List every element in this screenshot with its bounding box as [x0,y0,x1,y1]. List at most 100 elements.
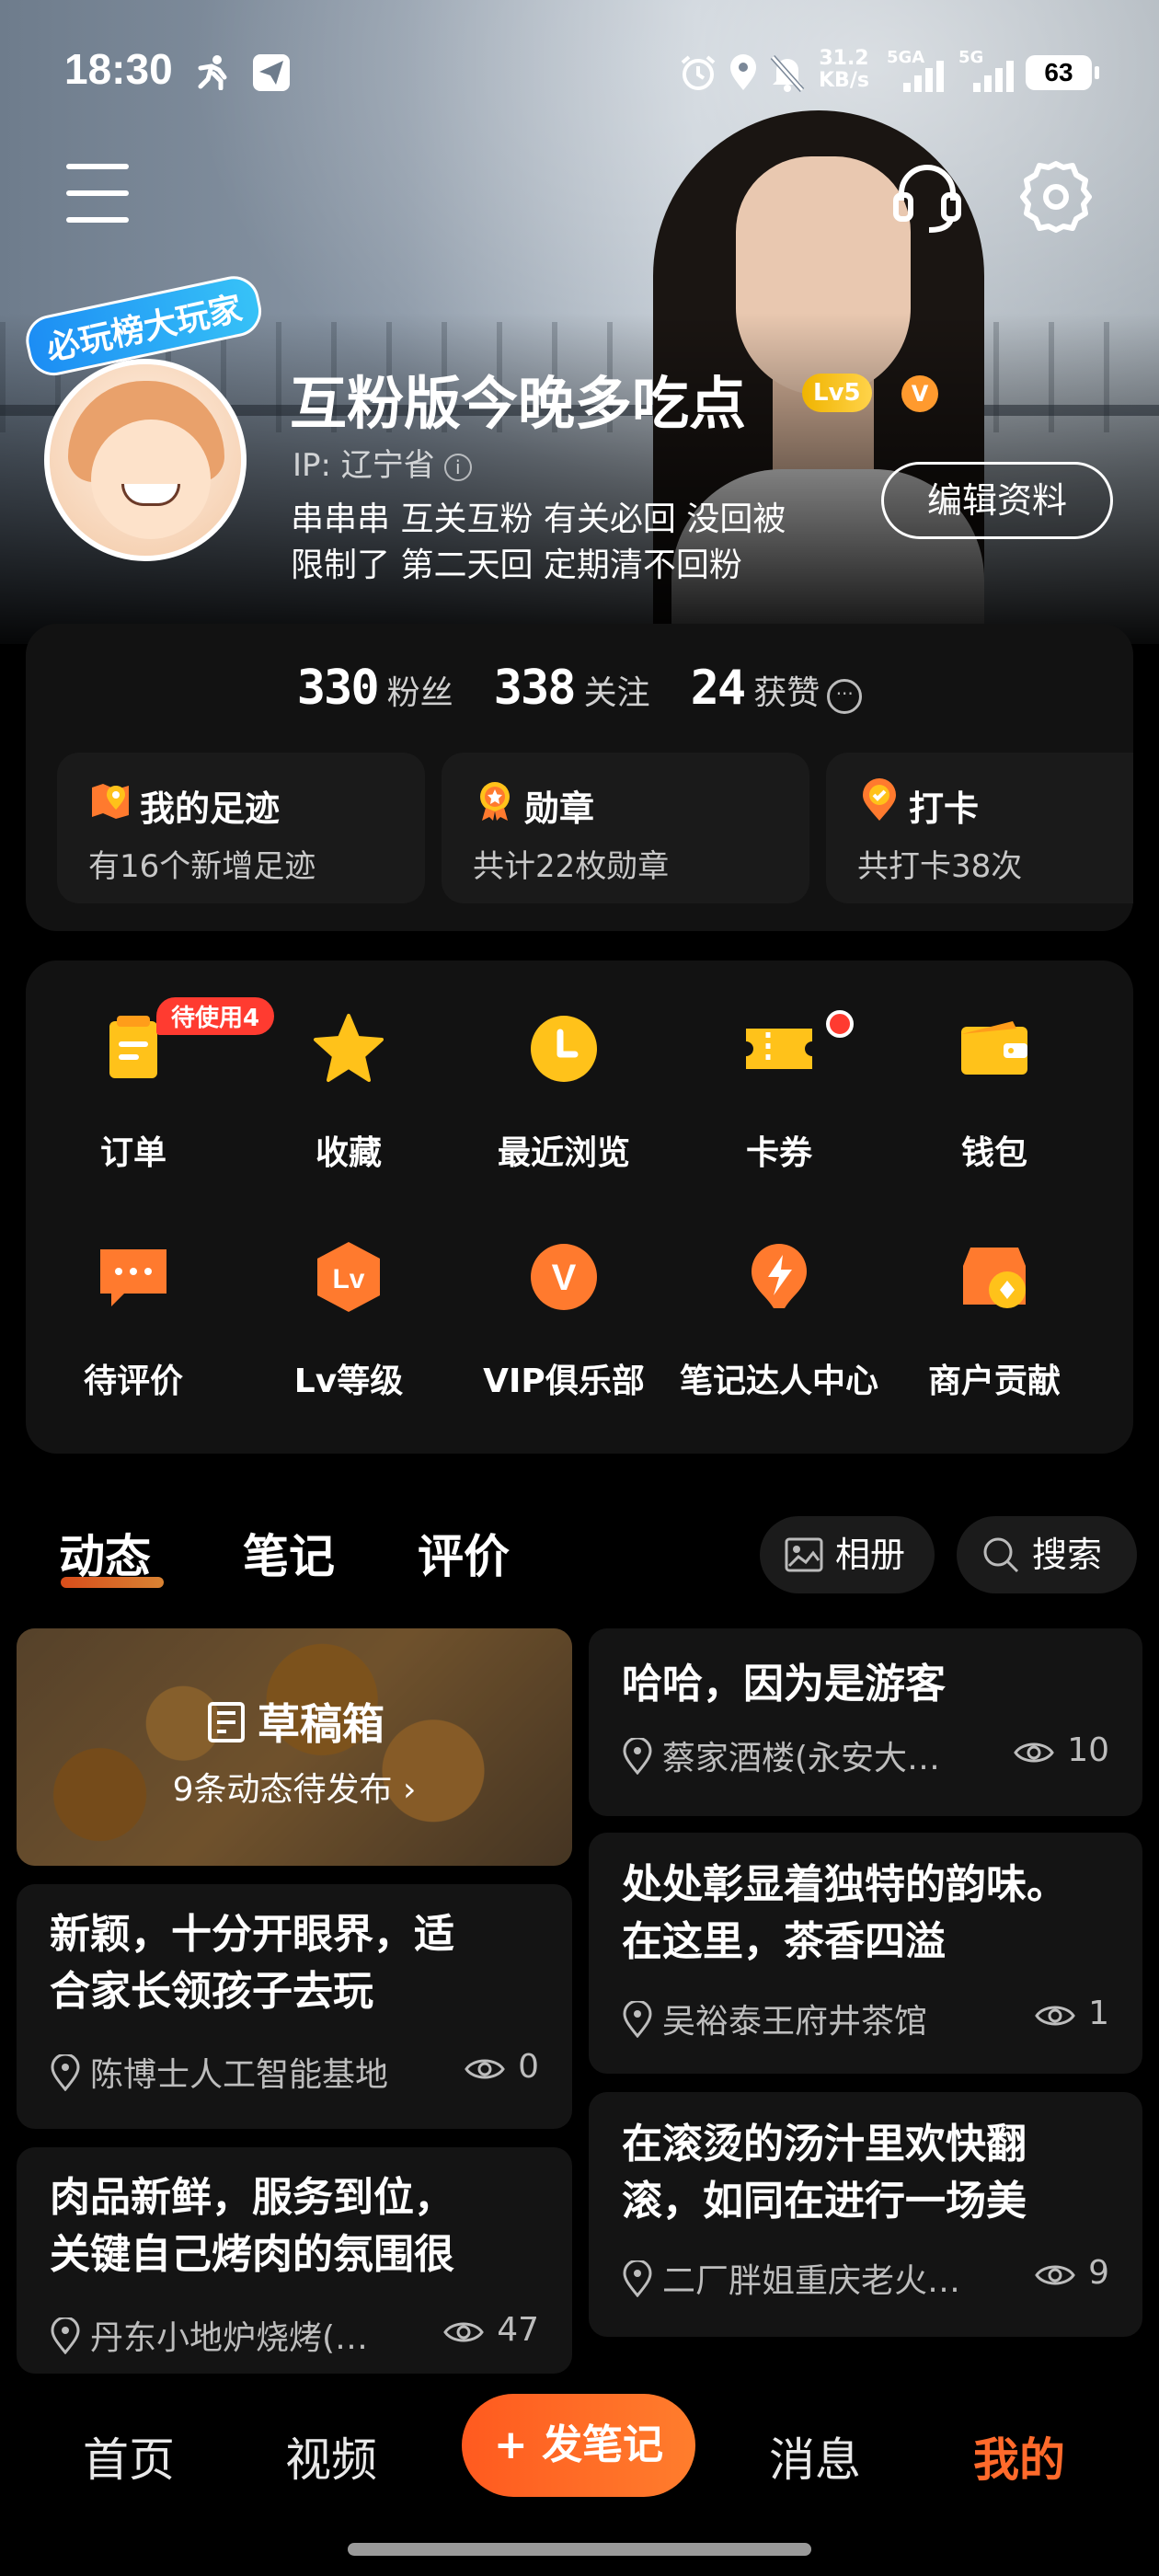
feed-card-views: 0 [465,2048,539,2086]
status-time: 18:30 [64,45,173,93]
eye-icon [1035,2265,1075,2285]
post-note-button[interactable]: + 发笔记 [462,2394,695,2497]
battery-indicator: 63 [1026,55,1099,90]
draft-icon [208,1702,245,1742]
footprint-title: 我的足迹 [140,788,281,829]
clock-icon [531,1016,597,1082]
checkin-icon [863,778,896,821]
nav-messages[interactable]: 消息 [769,2423,861,2490]
stats-card: 330 粉丝 338 关注 24 获赞 ··· 我的足迹 有16个新增足迹 勋章 共计2… [26,624,1133,931]
feed-card-title: 在滚烫的汤汁里欢快翻 滚，如同在进行一场美 [622,2121,1027,2225]
edit-profile-button[interactable]: 编辑资料 [881,462,1113,539]
feed-card-location: 丹东小地炉烧烤(… [50,2311,418,2359]
coupon-icon [746,1029,812,1069]
flash-icon [752,1244,807,1308]
location-icon [727,53,760,100]
mute-icon [769,53,806,100]
feed-card[interactable]: 在滚烫的汤汁里欢快翻 滚，如同在进行一场美 二厂胖姐重庆老火… 9 [589,2092,1142,2337]
tab-reviews[interactable]: 评价 [418,1520,510,1586]
checkin-title: 打卡 [909,788,980,829]
shop-icon [963,1248,1026,1308]
home-indicator[interactable] [348,2543,811,2556]
to-review-entry[interactable]: 待评价 [26,1189,241,1400]
bottom-navigation: 首页 视频 + 发笔记 消息 我的 [0,2374,1159,2576]
eye-icon [1035,2006,1075,2026]
location-pin-icon [51,2316,80,2355]
checkin-subtitle: 共打卡38次 [857,848,1023,885]
level-badge[interactable]: Lv5 [802,374,872,412]
wallet-icon [961,1021,1027,1075]
wallet-label: 钱包 [960,1134,1027,1172]
eye-icon [443,2322,484,2342]
vip-club-label: VIP俱乐部 [483,1363,645,1400]
draft-box-card[interactable]: 草稿箱 9条动态待发布 › [17,1628,572,1866]
level-icon: Lv [317,1242,380,1312]
medal-card[interactable]: 勋章 共计22枚勋章 [442,753,809,903]
signal-icon-1 [903,55,946,92]
recent-entry[interactable]: 最近浏览 [456,960,671,1172]
nav-me[interactable]: 我的 [973,2423,1065,2490]
feed-card[interactable]: 新颖，十分开眼界，适 合家长领孩子去玩 陈博士人工智能基地 0 [17,1884,572,2129]
profile-nickname: 互粉版今晚多吃点 [290,370,747,437]
following-stat[interactable]: 338 关注 [494,661,650,716]
feed-card-views: 1 [1035,1995,1109,2032]
creator-center-label: 笔记达人中心 [679,1363,878,1400]
star-icon [314,1014,384,1082]
headset-icon[interactable] [889,158,966,236]
feed-card[interactable]: 肉品新鲜，服务到位， 关键自己烤肉的氛围很 丹东小地炉烧烤(… 47 [17,2147,572,2374]
network-speed: 31.2 KB/s [819,47,869,92]
gear-icon[interactable] [1017,158,1095,236]
draft-box-subtitle: 9条动态待发布 › [172,1771,417,1809]
order-entry[interactable]: 订单 待使用4 [26,960,275,1172]
followers-stat[interactable]: 330 粉丝 [297,661,453,716]
favorites-entry[interactable]: 收藏 [241,960,456,1172]
chevron-right-icon: › [402,1771,417,1809]
search-icon [983,1537,1019,1573]
tab-notes[interactable]: 笔记 [243,1520,335,1586]
info-icon[interactable]: i [443,454,472,481]
signal-icon-2 [973,55,1016,92]
svg-text:V: V [552,1258,577,1298]
tab-dynamics[interactable]: 动态 [59,1520,151,1586]
vip-club-entry[interactable]: V VIP俱乐部 [456,1189,671,1400]
medal-subtitle: 共计22枚勋章 [473,848,670,885]
footprint-card[interactable]: 我的足迹 有16个新增足迹 [57,753,425,903]
vip-icon: V [531,1244,597,1310]
merchant-contribution-entry[interactable]: 商户贡献 [887,1189,1102,1400]
bio-line-2: 限制了 第二天回 定期清不回粉 [291,546,742,584]
creator-center-entry[interactable]: 笔记达人中心 [671,1189,887,1400]
map-pin-icon [92,784,129,819]
feed-card-title: 哈哈，因为是游客 [622,1661,946,1708]
send-icon [252,53,291,100]
level-label: Lv等级 [293,1363,404,1400]
album-button[interactable]: 相册 [760,1516,935,1593]
likes-stat[interactable]: 24 获赞 ··· [691,661,863,716]
checkin-card[interactable]: 打卡 共打卡38次 [826,753,1133,903]
merchant-contribution-label: 商户贡献 [927,1363,1061,1400]
feed-card-location: 蔡家酒楼(永安大… [622,1731,990,1779]
avatar[interactable] [44,359,247,561]
vip-badge[interactable]: V [901,375,938,412]
coupons-entry[interactable]: 卡券 [671,960,887,1172]
more-icon[interactable]: ··· [827,679,863,714]
stats-row: 330 粉丝 338 关注 24 获赞 ··· [26,661,1133,716]
eye-icon [1014,1742,1054,1763]
nav-video[interactable]: 视频 [285,2423,377,2490]
feed-card-location: 二厂胖姐重庆老火… [622,2254,990,2302]
alarm-icon [679,53,717,100]
nav-home[interactable]: 首页 [83,2423,175,2490]
profile-bio: 串串串 互关互粉 有关必回 没回被 限制了 第二天回 定期清不回粉 [291,497,843,589]
to-review-label: 待评价 [83,1363,183,1400]
comment-icon [100,1249,166,1306]
search-button[interactable]: 搜索 [957,1516,1137,1593]
feed-card[interactable]: 处处彰显着独特的韵味。 在这里，茶香四溢 吴裕泰王府井茶馆 1 [589,1833,1142,2074]
location-pin-icon [51,2053,80,2092]
coupon-notification-dot [826,1010,854,1038]
menu-icon[interactable] [66,164,129,223]
feed-card[interactable]: 哈哈，因为是游客 蔡家酒楼(永安大… 10 [589,1628,1142,1816]
search-label: 搜索 [1032,1535,1103,1575]
level-entry[interactable]: Lv Lv等级 [241,1189,456,1400]
wallet-entry[interactable]: 钱包 [887,960,1102,1172]
feed-card-views: 9 [1035,2254,1109,2292]
favorites-label: 收藏 [315,1134,382,1172]
